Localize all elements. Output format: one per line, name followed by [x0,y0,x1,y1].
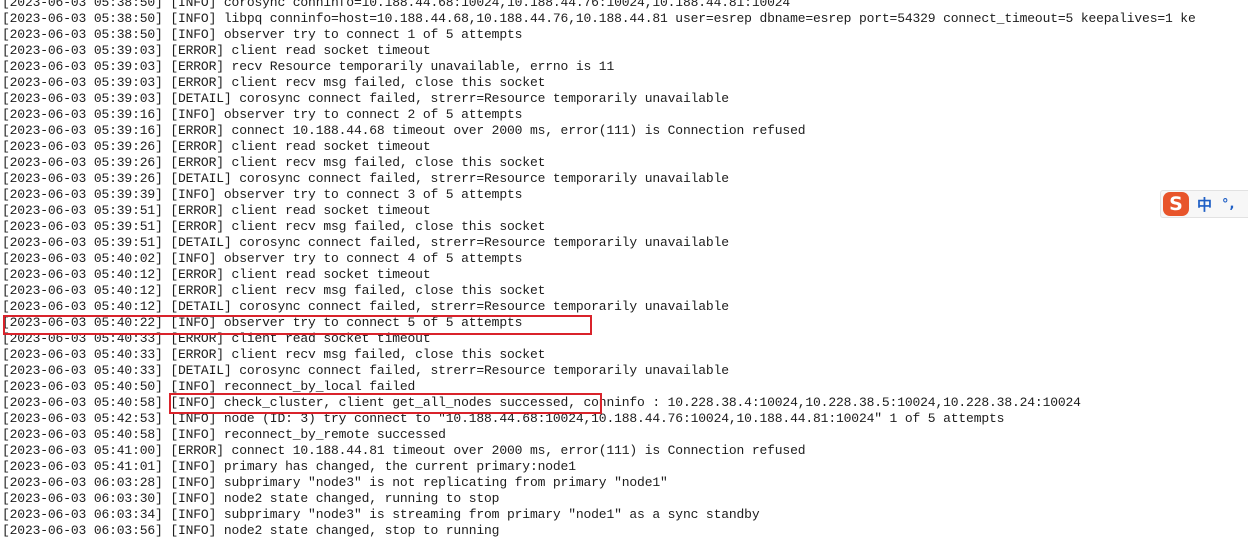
log-line: [2023-06-03 05:39:03] [ERROR] client rec… [2,75,546,90]
log-line: [2023-06-03 06:03:34] [INFO] subprimary … [2,507,760,522]
log-line: [2023-06-03 05:39:26] [ERROR] client rea… [2,139,431,154]
sogou-ime-icon[interactable]: S [1163,192,1189,216]
log-line: [2023-06-03 05:40:58] [INFO] check_clust… [2,395,1081,410]
log-line: [2023-06-03 06:03:28] [INFO] subprimary … [2,475,668,490]
ime-toolbar[interactable]: S 中 °, [1160,190,1248,218]
log-line: [2023-06-03 05:39:51] [ERROR] client rec… [2,219,546,234]
log-line: [2023-06-03 05:39:51] [DETAIL] corosync … [2,235,729,250]
log-line: [2023-06-03 05:40:12] [DETAIL] corosync … [2,299,729,314]
log-line: [2023-06-03 05:40:58] [INFO] reconnect_b… [2,427,446,442]
log-line: [2023-06-03 05:40:33] [ERROR] client rea… [2,331,431,346]
log-line: [2023-06-03 05:40:33] [DETAIL] corosync … [2,363,729,378]
log-line: [2023-06-03 05:39:03] [DETAIL] corosync … [2,91,729,106]
log-line: [2023-06-03 05:40:50] [INFO] reconnect_b… [2,379,416,394]
log-line: [2023-06-03 05:39:26] [ERROR] client rec… [2,155,546,170]
log-line: [2023-06-03 05:39:16] [ERROR] connect 10… [2,123,806,138]
log-line: [2023-06-03 05:39:51] [ERROR] client rea… [2,203,431,218]
log-line: [2023-06-03 05:39:26] [DETAIL] corosync … [2,171,729,186]
log-line: [2023-06-03 05:40:12] [ERROR] client rec… [2,283,546,298]
log-line: [2023-06-03 05:39:39] [INFO] observer tr… [2,187,523,202]
log-line: [2023-06-03 05:38:50] [INFO] observer tr… [2,27,523,42]
log-line: [2023-06-03 05:38:50] [INFO] corosync co… [2,0,791,10]
ime-punctuation-toggle[interactable]: °, [1222,197,1235,212]
log-line: [2023-06-03 05:38:50] [INFO] libpq conni… [2,11,1196,26]
log-line: [2023-06-03 05:39:16] [INFO] observer tr… [2,107,523,122]
log-line: [2023-06-03 05:40:22] [INFO] observer tr… [2,315,523,330]
log-line: [2023-06-03 05:40:33] [ERROR] client rec… [2,347,546,362]
log-line: [2023-06-03 05:40:02] [INFO] observer tr… [2,251,523,266]
log-line: [2023-06-03 05:41:01] [INFO] primary has… [2,459,576,474]
log-line: [2023-06-03 06:03:56] [INFO] node2 state… [2,523,500,538]
ime-chinese-mode-toggle[interactable]: 中 [1197,194,1212,215]
log-view[interactable]: [2023-06-03 05:38:50] [INFO] corosync co… [0,0,1248,545]
log-line: [2023-06-03 06:03:30] [INFO] node2 state… [2,491,500,506]
log-line: [2023-06-03 05:39:03] [ERROR] recv Resou… [2,59,615,74]
log-line: [2023-06-03 05:42:53] [INFO] node (ID: 3… [2,411,1005,426]
log-line: [2023-06-03 05:41:00] [ERROR] connect 10… [2,443,806,458]
log-line: [2023-06-03 05:39:03] [ERROR] client rea… [2,43,431,58]
log-line: [2023-06-03 05:40:12] [ERROR] client rea… [2,267,431,282]
